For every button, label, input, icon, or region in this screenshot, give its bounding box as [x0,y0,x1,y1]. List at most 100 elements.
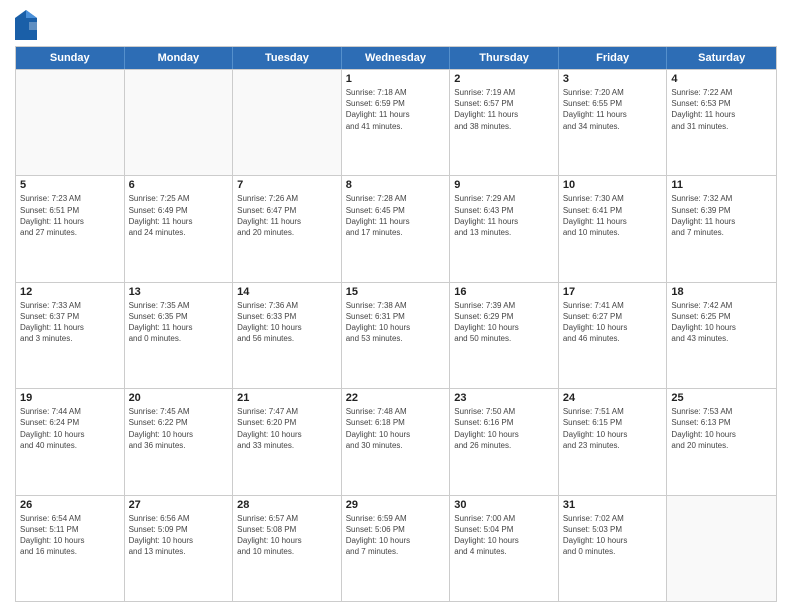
header [15,10,777,40]
day-number: 1 [346,73,446,85]
day-info: Sunrise: 7:50 AM Sunset: 6:16 PM Dayligh… [454,406,554,451]
week-row-1: 1 Sunrise: 7:18 AM Sunset: 6:59 PM Daylig… [16,69,776,175]
cal-cell: 12 Sunrise: 7:33 AM Sunset: 6:37 PM Dayli… [16,283,125,388]
day-info: Sunrise: 6:56 AM Sunset: 5:09 PM Dayligh… [129,513,229,558]
day-number: 31 [563,499,663,511]
cal-cell: 2 Sunrise: 7:19 AM Sunset: 6:57 PM Daylig… [450,70,559,175]
day-number: 25 [671,392,772,404]
cal-cell: 30 Sunrise: 7:00 AM Sunset: 5:04 PM Dayli… [450,496,559,601]
day-info: Sunrise: 7:00 AM Sunset: 5:04 PM Dayligh… [454,513,554,558]
weekday-header-wednesday: Wednesday [342,47,451,69]
day-number: 8 [346,179,446,191]
day-number: 21 [237,392,337,404]
week-row-2: 5 Sunrise: 7:23 AM Sunset: 6:51 PM Daylig… [16,175,776,281]
week-row-3: 12 Sunrise: 7:33 AM Sunset: 6:37 PM Dayli… [16,282,776,388]
day-number: 7 [237,179,337,191]
cal-cell: 21 Sunrise: 7:47 AM Sunset: 6:20 PM Dayli… [233,389,342,494]
day-info: Sunrise: 7:47 AM Sunset: 6:20 PM Dayligh… [237,406,337,451]
cal-cell: 24 Sunrise: 7:51 AM Sunset: 6:15 PM Dayli… [559,389,668,494]
day-info: Sunrise: 6:57 AM Sunset: 5:08 PM Dayligh… [237,513,337,558]
cal-cell [667,496,776,601]
day-number: 15 [346,286,446,298]
day-info: Sunrise: 6:54 AM Sunset: 5:11 PM Dayligh… [20,513,120,558]
day-info: Sunrise: 7:29 AM Sunset: 6:43 PM Dayligh… [454,193,554,238]
logo [15,10,37,40]
day-info: Sunrise: 7:36 AM Sunset: 6:33 PM Dayligh… [237,300,337,345]
day-number: 19 [20,392,120,404]
cal-cell: 9 Sunrise: 7:29 AM Sunset: 6:43 PM Daylig… [450,176,559,281]
day-number: 26 [20,499,120,511]
day-number: 22 [346,392,446,404]
day-info: Sunrise: 7:28 AM Sunset: 6:45 PM Dayligh… [346,193,446,238]
day-number: 29 [346,499,446,511]
cal-cell: 18Sunrise: 7:42 AM Sunset: 6:25 PM Dayli… [667,283,776,388]
cal-cell: 11 Sunrise: 7:32 AM Sunset: 6:39 PM Dayli… [667,176,776,281]
day-info: Sunrise: 7:44 AM Sunset: 6:24 PM Dayligh… [20,406,120,451]
day-number: 16 [454,286,554,298]
cal-cell: 16 Sunrise: 7:39 AM Sunset: 6:29 PM Dayli… [450,283,559,388]
weekday-header-sunday: Sunday [16,47,125,69]
cal-cell: 1 Sunrise: 7:18 AM Sunset: 6:59 PM Daylig… [342,70,451,175]
cal-cell: 28Sunrise: 6:57 AM Sunset: 5:08 PM Dayli… [233,496,342,601]
day-info: Sunrise: 6:59 AM Sunset: 5:06 PM Dayligh… [346,513,446,558]
day-number: 6 [129,179,229,191]
cal-cell: 7 Sunrise: 7:26 AM Sunset: 6:47 PM Daylig… [233,176,342,281]
day-number: 30 [454,499,554,511]
cal-cell: 8 Sunrise: 7:28 AM Sunset: 6:45 PM Daylig… [342,176,451,281]
day-info: Sunrise: 7:51 AM Sunset: 6:15 PM Dayligh… [563,406,663,451]
cal-cell [233,70,342,175]
day-info: Sunrise: 7:26 AM Sunset: 6:47 PM Dayligh… [237,193,337,238]
day-info: Sunrise: 7:41 AM Sunset: 6:27 PM Dayligh… [563,300,663,345]
day-number: 10 [563,179,663,191]
day-number: 12 [20,286,120,298]
day-number: 9 [454,179,554,191]
day-info: Sunrise: 7:39 AM Sunset: 6:29 PM Dayligh… [454,300,554,345]
day-number: 2 [454,73,554,85]
calendar: SundayMondayTuesdayWednesdayThursdayFrid… [15,46,777,602]
cal-cell: 17Sunrise: 7:41 AM Sunset: 6:27 PM Dayli… [559,283,668,388]
day-number: 11 [671,179,772,191]
day-number: 4 [671,73,772,85]
cal-cell: 27 Sunrise: 6:56 AM Sunset: 5:09 PM Dayli… [125,496,234,601]
cal-cell [125,70,234,175]
cal-cell: 10Sunrise: 7:30 AM Sunset: 6:41 PM Dayli… [559,176,668,281]
cal-cell: 29 Sunrise: 6:59 AM Sunset: 5:06 PM Dayli… [342,496,451,601]
day-number: 24 [563,392,663,404]
cal-cell [16,70,125,175]
cal-cell: 20Sunrise: 7:45 AM Sunset: 6:22 PM Dayli… [125,389,234,494]
cal-cell: 22 Sunrise: 7:48 AM Sunset: 6:18 PM Dayli… [342,389,451,494]
day-number: 27 [129,499,229,511]
day-info: Sunrise: 7:53 AM Sunset: 6:13 PM Dayligh… [671,406,772,451]
day-info: Sunrise: 7:32 AM Sunset: 6:39 PM Dayligh… [671,193,772,238]
day-number: 13 [129,286,229,298]
cal-cell: 23 Sunrise: 7:50 AM Sunset: 6:16 PM Dayli… [450,389,559,494]
day-info: Sunrise: 7:19 AM Sunset: 6:57 PM Dayligh… [454,87,554,132]
day-info: Sunrise: 7:18 AM Sunset: 6:59 PM Dayligh… [346,87,446,132]
day-info: Sunrise: 7:33 AM Sunset: 6:37 PM Dayligh… [20,300,120,345]
cal-cell: 25 Sunrise: 7:53 AM Sunset: 6:13 PM Dayli… [667,389,776,494]
day-number: 5 [20,179,120,191]
day-number: 23 [454,392,554,404]
day-info: Sunrise: 7:23 AM Sunset: 6:51 PM Dayligh… [20,193,120,238]
cal-cell: 14 Sunrise: 7:36 AM Sunset: 6:33 PM Dayli… [233,283,342,388]
day-info: Sunrise: 7:02 AM Sunset: 5:03 PM Dayligh… [563,513,663,558]
cal-cell: 19 Sunrise: 7:44 AM Sunset: 6:24 PM Dayli… [16,389,125,494]
day-number: 14 [237,286,337,298]
day-info: Sunrise: 7:38 AM Sunset: 6:31 PM Dayligh… [346,300,446,345]
logo-icon [15,10,37,40]
cal-cell: 4 Sunrise: 7:22 AM Sunset: 6:53 PM Daylig… [667,70,776,175]
day-number: 3 [563,73,663,85]
cal-cell: 3Sunrise: 7:20 AM Sunset: 6:55 PM Daylig… [559,70,668,175]
page: SundayMondayTuesdayWednesdayThursdayFrid… [0,0,792,612]
cal-cell: 13Sunrise: 7:35 AM Sunset: 6:35 PM Dayli… [125,283,234,388]
day-info: Sunrise: 7:48 AM Sunset: 6:18 PM Dayligh… [346,406,446,451]
calendar-body: 1 Sunrise: 7:18 AM Sunset: 6:59 PM Daylig… [16,69,776,601]
weekday-header-monday: Monday [125,47,234,69]
cal-cell: 15 Sunrise: 7:38 AM Sunset: 6:31 PM Dayli… [342,283,451,388]
cal-cell: 26 Sunrise: 6:54 AM Sunset: 5:11 PM Dayli… [16,496,125,601]
weekday-header-thursday: Thursday [450,47,559,69]
day-info: Sunrise: 7:22 AM Sunset: 6:53 PM Dayligh… [671,87,772,132]
day-info: Sunrise: 7:42 AM Sunset: 6:25 PM Dayligh… [671,300,772,345]
cal-cell: 5 Sunrise: 7:23 AM Sunset: 6:51 PM Daylig… [16,176,125,281]
calendar-header: SundayMondayTuesdayWednesdayThursdayFrid… [16,47,776,69]
